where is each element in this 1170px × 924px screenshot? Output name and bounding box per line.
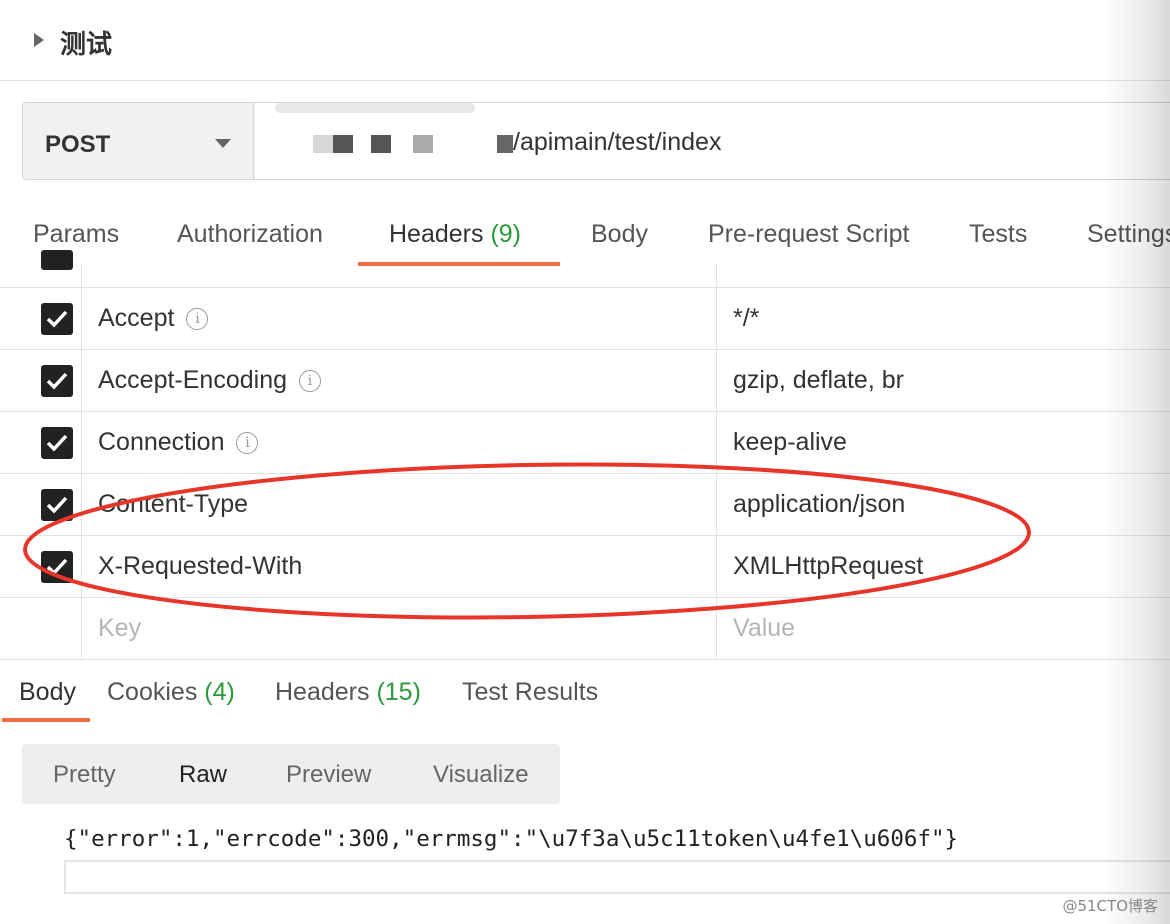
header-value[interactable]: XMLHttpRequest: [733, 552, 923, 581]
response-headers-count: (15): [376, 678, 421, 706]
tab-pre-request-script[interactable]: Pre-request Script: [708, 220, 909, 249]
view-pretty-button[interactable]: Pretty: [53, 761, 116, 789]
new-key-input[interactable]: Key: [98, 614, 141, 643]
redacted-host-pixels: [333, 135, 353, 153]
response-tab-body[interactable]: Body: [19, 678, 76, 707]
info-icon[interactable]: i: [236, 432, 259, 454]
collection-header: 测试: [0, 0, 1170, 81]
method-label: POST: [45, 131, 111, 158]
view-visualize-button[interactable]: Visualize: [433, 761, 529, 789]
new-value-input[interactable]: Value: [733, 614, 795, 643]
table-row: X-Requested-With XMLHttpRequest: [0, 536, 1170, 598]
tab-tests[interactable]: Tests: [969, 220, 1027, 249]
response-body-area[interactable]: [64, 860, 1170, 894]
table-row-new: Key Value: [0, 598, 1170, 660]
table-row: [0, 250, 1170, 288]
info-icon[interactable]: i: [186, 308, 209, 330]
header-key[interactable]: Accept-Encoding i: [98, 366, 322, 395]
expand-caret-icon[interactable]: [34, 33, 44, 47]
cookies-count: (4): [204, 678, 235, 706]
tab-authorization[interactable]: Authorization: [177, 220, 323, 249]
checkbox-checked[interactable]: [41, 303, 73, 335]
tab-body[interactable]: Body: [591, 220, 648, 249]
checkbox-checked[interactable]: [41, 427, 73, 459]
redacted-host-blur: [275, 103, 475, 113]
tab-headers[interactable]: Headers (9): [389, 220, 521, 249]
checkbox-checked[interactable]: [41, 365, 73, 397]
response-tab-headers[interactable]: Headers (15): [275, 678, 421, 707]
header-key[interactable]: Accept i: [98, 304, 209, 333]
header-key[interactable]: Connection i: [98, 428, 259, 457]
redacted-host-pixels: [371, 135, 391, 153]
response-body-text: {"error":1,"errcode":300,"errmsg":"\u7f3…: [64, 826, 959, 852]
watermark: @51CTO博客: [1062, 897, 1158, 915]
table-row: Content-Type application/json: [0, 474, 1170, 536]
response-tab-cookies[interactable]: Cookies (4): [107, 678, 235, 707]
table-row: Accept i */*: [0, 288, 1170, 350]
response-tab-test-results[interactable]: Test Results: [462, 678, 598, 707]
info-icon[interactable]: i: [299, 370, 322, 392]
view-preview-button[interactable]: Preview: [286, 761, 371, 789]
request-bar: POST /apimain/test/index: [22, 102, 1170, 180]
tab-settings[interactable]: Settings: [1087, 220, 1170, 249]
chevron-down-icon: [215, 139, 231, 148]
table-row: Accept-Encoding i gzip, deflate, br: [0, 350, 1170, 412]
headers-count: (9): [490, 220, 522, 248]
method-divider: [253, 103, 254, 179]
view-mode-bar: Pretty Raw Preview Visualize: [22, 744, 560, 804]
active-response-tab-indicator: [2, 718, 90, 722]
header-value[interactable]: keep-alive: [733, 428, 847, 457]
header-value[interactable]: gzip, deflate, br: [733, 366, 904, 395]
redacted-host-pixels: [313, 135, 333, 153]
redacted-host-pixels: [413, 135, 433, 153]
url-input[interactable]: /apimain/test/index: [255, 103, 1170, 179]
header-key[interactable]: X-Requested-With: [98, 552, 302, 581]
collection-title[interactable]: 测试: [60, 24, 112, 61]
url-path-text: /apimain/test/index: [513, 128, 722, 156]
header-value[interactable]: */*: [733, 304, 759, 333]
tab-params[interactable]: Params: [33, 220, 119, 249]
request-tabs: Params Authorization Headers (9) Body Pr…: [0, 200, 1170, 270]
checkbox-checked[interactable]: [41, 551, 73, 583]
checkbox-checked[interactable]: [41, 489, 73, 521]
redacted-host-pixels: [497, 135, 513, 153]
table-row: Connection i keep-alive: [0, 412, 1170, 474]
header-value[interactable]: application/json: [733, 490, 905, 519]
view-raw-button[interactable]: Raw: [179, 761, 227, 789]
checkbox[interactable]: [41, 250, 73, 270]
header-key[interactable]: Content-Type: [98, 490, 248, 519]
response-tabs: Body Cookies (4) Headers (15) Test Resul…: [0, 660, 1170, 722]
